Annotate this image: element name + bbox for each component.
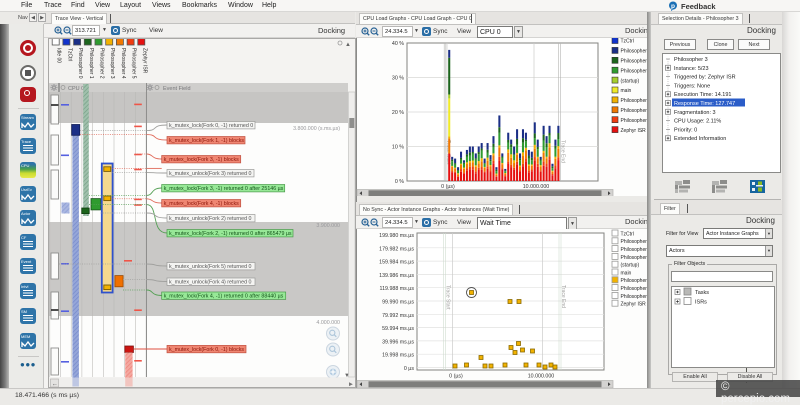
svg-text:Philosopher 3: Philosopher 3 <box>621 98 648 104</box>
svg-text:(startup): (startup) <box>621 78 640 84</box>
svg-text:Philosopher 4: Philosopher 4 <box>621 286 648 292</box>
svg-text:ISRs: ISRs <box>695 300 707 306</box>
svg-text:k_mutex_lock(Fork 1, -1) block: k_mutex_lock(Fork 1, -1) blocks <box>169 138 244 144</box>
svg-text:Trace End: Trace End <box>560 140 566 163</box>
svg-text:k_mutex_unlock(Fork 4) returne: k_mutex_unlock(Fork 4) returned 0 <box>169 279 251 285</box>
svg-text:k_mutex_lock(Fork 0, -1) retur: k_mutex_lock(Fork 0, -1) returned 0 <box>169 123 253 129</box>
svg-text:Triggered by: Zephyr ISR: Triggered by: Zephyr ISR <box>674 75 736 81</box>
svg-text:Philosopher 3: Philosopher 3 <box>674 57 708 63</box>
svg-text:179.982 ms.µs: 179.982 ms.µs <box>379 246 414 252</box>
svg-text:Idle 00: Idle 00 <box>56 48 62 63</box>
svg-text:Response Time: 127.747: Response Time: 127.747 <box>674 101 735 107</box>
svg-text:TzCtrl: TzCtrl <box>621 231 634 237</box>
svg-text:Trace End: Trace End <box>560 285 566 308</box>
svg-text:Tasks: Tasks <box>695 290 709 296</box>
svg-text:Extended Information: Extended Information <box>674 136 726 142</box>
svg-text:Philosopher 5: Philosopher 5 <box>621 294 648 300</box>
svg-text:CPU Usage: 2.11%: CPU Usage: 2.11% <box>674 119 721 125</box>
svg-text:Philosopher 2: Philosopher 2 <box>621 68 648 74</box>
svg-text:Execution Time: 14.191: Execution Time: 14.191 <box>674 92 731 98</box>
svg-text:TzCtrl: TzCtrl <box>621 39 634 45</box>
svg-text:119.988 ms.µs: 119.988 ms.µs <box>380 286 415 292</box>
svg-text:0 %: 0 % <box>395 179 404 185</box>
svg-text:k_mutex_lock(Fork 0, -1) block: k_mutex_lock(Fork 0, -1) blocks <box>169 347 244 353</box>
svg-text:Philosopher 3: Philosopher 3 <box>109 48 115 79</box>
svg-text:k_mutex_unlock(Fork 3) returne: k_mutex_unlock(Fork 3) returned 0 <box>169 171 251 177</box>
svg-text:Philosopher 1: Philosopher 1 <box>88 48 94 79</box>
svg-text:10 %: 10 % <box>392 145 404 151</box>
svg-text:Zephyr ISR: Zephyr ISR <box>621 302 647 308</box>
svg-text:Philosopher 0: Philosopher 0 <box>77 48 83 79</box>
svg-text:3.800.000 (s.ms.µs): 3.800.000 (s.ms.µs) <box>293 126 340 132</box>
svg-text:main: main <box>621 270 632 276</box>
svg-text:79.992 ms.µs: 79.992 ms.µs <box>382 313 414 319</box>
svg-text:Philosopher 4: Philosopher 4 <box>621 108 648 114</box>
svg-text:59.994 ms.µs: 59.994 ms.µs <box>382 326 414 332</box>
svg-text:▶: ▶ <box>349 382 353 388</box>
svg-text:Philosopher 0: Philosopher 0 <box>621 49 648 55</box>
svg-text:Zephyr ISR: Zephyr ISR <box>621 128 647 134</box>
svg-text:199.980 ms.µs: 199.980 ms.µs <box>379 233 414 239</box>
svg-text:k_mutex_lock(Fork 4, -1) block: k_mutex_lock(Fork 4, -1) blocks <box>164 201 239 207</box>
svg-text:Philosopher 5: Philosopher 5 <box>621 118 648 124</box>
svg-text:Event Field: Event Field <box>163 86 191 92</box>
svg-text:159.984 ms.µs: 159.984 ms.µs <box>379 260 414 266</box>
svg-text:19.998 ms.µs: 19.998 ms.µs <box>382 353 414 359</box>
svg-text:Philosopher 3: Philosopher 3 <box>621 278 648 284</box>
svg-text:20 %: 20 % <box>392 110 404 116</box>
svg-text:Philosopher 0: Philosopher 0 <box>621 239 648 245</box>
svg-text:k_mutex_lock(Fork 3, -1) retur: k_mutex_lock(Fork 3, -1) returned 0 afte… <box>164 186 284 192</box>
svg-text:39.996 ms.µs: 39.996 ms.µs <box>382 339 414 345</box>
svg-text:CPU 0: CPU 0 <box>68 86 84 92</box>
svg-text:0 (µs): 0 (µs) <box>441 184 455 190</box>
svg-text:k_mutex_lock(Fork 3, -1) block: k_mutex_lock(Fork 3, -1) blocks <box>164 157 239 163</box>
svg-text:4.000.000: 4.000.000 <box>316 320 340 326</box>
svg-text:p: p <box>671 3 675 10</box>
svg-text:30 %: 30 % <box>392 76 404 82</box>
svg-text:0 (µs): 0 (µs) <box>449 374 463 380</box>
svg-text:Fragmentation: 3: Fragmentation: 3 <box>674 110 716 116</box>
svg-text:99.990 ms.µs: 99.990 ms.µs <box>382 300 414 306</box>
svg-text:k_mutex_lock(Fork 2, -1) retur: k_mutex_lock(Fork 2, -1) returned 0 afte… <box>169 231 292 237</box>
svg-text:Philosopher 2: Philosopher 2 <box>99 48 105 79</box>
svg-text:10.000.000: 10.000.000 <box>523 184 550 190</box>
svg-text:10.000.000: 10.000.000 <box>528 374 555 380</box>
svg-text:40 %: 40 % <box>392 41 404 47</box>
svg-text:Triggers: None: Triggers: None <box>674 83 710 89</box>
svg-text:k_mutex_lock(Fork 4, -1) retur: k_mutex_lock(Fork 4, -1) returned 0 afte… <box>164 293 284 299</box>
svg-text:Trace Start: Trace Start <box>445 285 451 310</box>
svg-text:0 µs: 0 µs <box>404 366 414 372</box>
svg-text:Instance: 5/23: Instance: 5/23 <box>674 66 709 72</box>
svg-text:139.986 ms.µs: 139.986 ms.µs <box>379 273 414 279</box>
svg-text:k_mutex_unlock(Fork 2) returne: k_mutex_unlock(Fork 2) returned 0 <box>169 216 251 222</box>
svg-text:TzCtrl: TzCtrl <box>66 48 72 61</box>
svg-text:Philosopher 5: Philosopher 5 <box>131 48 137 79</box>
svg-text:Priority: 0: Priority: 0 <box>674 127 697 133</box>
svg-text:Philosopher 1: Philosopher 1 <box>621 59 648 65</box>
svg-text:k_mutex_unlock(Fork 5) returne: k_mutex_unlock(Fork 5) returned 0 <box>169 264 251 270</box>
svg-text:←: ← <box>52 382 58 388</box>
svg-text:3.900.000: 3.900.000 <box>316 223 340 229</box>
svg-text:main: main <box>621 88 632 94</box>
svg-text:▲: ▲ <box>345 42 351 48</box>
svg-text:Philosopher 4: Philosopher 4 <box>120 48 126 79</box>
svg-text:Zephyr ISR: Zephyr ISR <box>141 48 147 74</box>
svg-text:Philosopher 2: Philosopher 2 <box>621 255 648 261</box>
svg-text:Philosopher 1: Philosopher 1 <box>621 247 648 253</box>
svg-text:(startup): (startup) <box>621 263 640 269</box>
